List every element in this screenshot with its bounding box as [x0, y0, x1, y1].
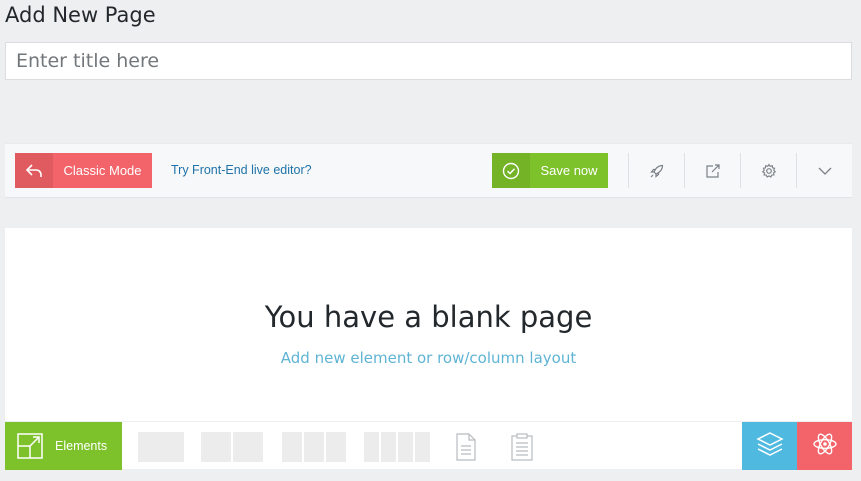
editor-toolbar: Classic Mode Try Front-End live editor? … [5, 143, 852, 198]
rocket-icon[interactable] [628, 153, 684, 188]
share-icon[interactable] [684, 153, 740, 188]
undo-arrow-icon [15, 153, 53, 188]
classic-mode-label: Classic Mode [63, 163, 142, 178]
gear-icon[interactable] [740, 153, 796, 188]
layout-cell [201, 432, 231, 462]
clipboard-icon[interactable] [507, 431, 537, 463]
title-input[interactable] [5, 42, 852, 80]
frontend-editor-link[interactable]: Try Front-End live editor? [171, 163, 312, 177]
layout-cell [326, 432, 346, 462]
chevron-down-icon[interactable] [796, 153, 852, 188]
layers-button[interactable] [742, 422, 797, 470]
layout-cell [415, 432, 430, 462]
layout-cell [233, 432, 263, 462]
add-element-link[interactable]: Add new element or row/column layout [5, 349, 852, 367]
save-button[interactable]: Save now [492, 153, 608, 188]
editor-canvas: You have a blank page Add new element or… [5, 228, 852, 421]
classic-mode-button[interactable]: Classic Mode [15, 153, 152, 188]
layout-cell [138, 432, 184, 462]
bottom-bar: Elements [5, 421, 852, 470]
layout-2-columns[interactable] [201, 432, 263, 462]
layers-icon [755, 430, 784, 463]
layout-3-columns[interactable] [282, 432, 346, 462]
add-element-icon [5, 422, 55, 470]
layout-cell [364, 432, 379, 462]
layout-1-column[interactable] [138, 432, 184, 462]
layout-4-columns[interactable] [364, 432, 430, 462]
layout-cell [282, 432, 302, 462]
elements-button[interactable]: Elements [5, 422, 122, 470]
elements-label: Elements [55, 439, 108, 453]
layout-cell [398, 432, 413, 462]
check-circle-icon [492, 153, 530, 188]
document-icon[interactable] [451, 431, 481, 463]
save-label: Save now [540, 163, 598, 178]
blank-page-title: You have a blank page [264, 300, 593, 334]
page-title: Add New Page [5, 3, 156, 27]
atom-icon [811, 430, 839, 463]
atom-button[interactable] [797, 422, 852, 470]
layout-cell [381, 432, 396, 462]
layout-cell [304, 432, 324, 462]
